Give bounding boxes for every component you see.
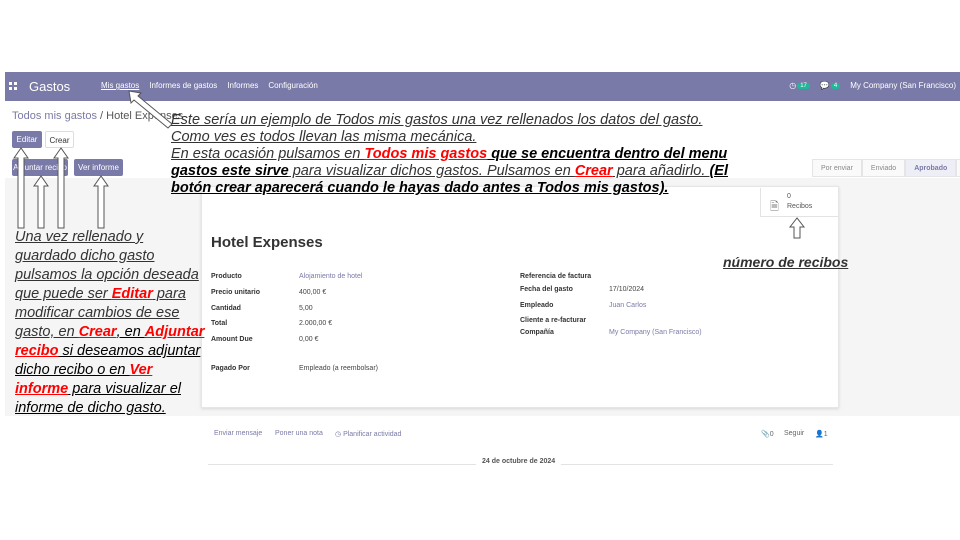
status-enviado[interactable]: Enviado [861,159,906,177]
field-value-cantidad: 5,00 [299,305,313,312]
annotation-top: Este sería un ejemplo de Todos mis gasto… [171,112,806,197]
annotation-top-line-2: Como ves es todos llevan las misma mecán… [171,129,477,145]
annotation-top-line-3c: que se encuentra dentro del menu [487,146,728,162]
annotation-top-line-4e: (El [709,163,728,179]
apps-menu-icon[interactable] [9,82,17,90]
messages-button[interactable]: 💬 4 [819,81,841,90]
field-label-empleado: Empleado [520,302,554,309]
activity-button[interactable]: ◷ 17 [789,81,810,90]
field-label-precio-unitario: Precio unitario [211,289,261,296]
field-label-referencia-factura: Referencia de factura [520,273,592,280]
systray: ◷ 17 💬 4 My Company (San Francisco) [789,81,956,90]
annotation-top-line-3: En esta ocasión pulsamos en Todos mis ga… [171,146,806,163]
view-report-button[interactable]: Ver informe [74,159,123,176]
form-sheet [201,186,839,408]
annotation-top-line-5: botón crear aparecerá cuando le hayas da… [171,180,669,196]
field-label-cantidad: Cantidad [211,305,241,312]
menu-item-mis-gastos[interactable]: Mis gastos [101,81,139,90]
annotation-top-line-4b: para visualizar dichos gastos. Pulsamos … [288,163,575,179]
receipts-label: Recibos [787,203,813,210]
chat-icon: 💬 [819,81,830,90]
paperclip-icon: 📎 [761,431,770,438]
annotation-top-line-3a: En esta ocasión pulsamos en [171,146,365,162]
annotation-top-line-1: Este sería un ejemplo de Todos mis gasto… [171,112,703,128]
document-icon: 🗎 [770,201,779,213]
followers-count: 1 [823,431,828,438]
top-navbar: Gastos Mis gastos Informes de gastos Inf… [5,72,960,101]
menu-item-configuracion[interactable]: Configuración [268,81,317,90]
follow-button[interactable]: Seguir [784,430,804,437]
annotation-left-p3: , en [116,324,145,340]
field-label-fecha-gasto: Fecha del gasto [520,286,573,293]
annotation-highlight-todos-mis-gastos: Todos mis gastos [364,146,488,162]
user-icon: 👤 [815,431,824,438]
edit-button[interactable]: Editar [12,131,42,148]
breadcrumb-todos-mis-gastos[interactable]: Todos mis gastos [12,110,97,122]
company-switcher[interactable]: My Company (San Francisco) [850,81,956,90]
status-aprobado[interactable]: Aprobado [905,159,957,177]
attach-receipt-button[interactable]: Adjuntar recibo [12,159,68,176]
activity-badge: 17 [797,82,810,89]
field-value-fecha-gasto: 17/10/2024 [609,286,645,293]
field-label-cliente-refacturar: Cliente a re-facturar [520,317,587,324]
menu-item-informes[interactable]: Informes [227,81,258,90]
field-label-compania: Compañía [520,329,554,336]
status-p[interactable]: P [956,159,960,177]
clock-icon: ◷ [789,81,797,90]
field-value-producto[interactable]: Alojamiento de hotel [299,273,362,280]
breadcrumb: Todos mis gastos / Hotel Expenses [12,110,183,122]
field-label-total: Total [211,320,228,327]
field-value-empleado[interactable]: Juan Carlos [609,302,646,309]
date-separator: 24 de octubre de 2024 [476,458,562,465]
field-label-producto: Producto [211,273,242,280]
main-menu: Mis gastos Informes de gastos Informes C… [101,81,318,90]
field-value-total: 2.000,00 € [299,320,333,327]
annotation-top-line-4d: para añadirlo. [612,163,710,179]
messages-badge: 4 [830,82,841,89]
attachments-button[interactable]: 📎0 [761,430,774,438]
followers-button[interactable]: 👤1 [815,430,828,438]
schedule-activity-button[interactable]: ◷ Planificar actividad [335,430,401,438]
attachments-count: 0 [769,431,774,438]
create-button[interactable]: Crear [45,131,74,148]
log-note-button[interactable]: Poner una nota [275,430,323,437]
status-bar: Por enviar Enviado Aprobado P [812,159,960,177]
schedule-activity-label: Planificar actividad [343,431,402,438]
app-title[interactable]: Gastos [29,79,70,94]
send-message-button[interactable]: Enviar mensaje [214,430,262,437]
annotation-left: Una vez rellenado y guardado dicho gasto… [15,228,205,418]
breadcrumb-separator: / [96,110,107,122]
field-value-precio-unitario: 400,00 € [299,289,327,296]
clock-icon: ◷ [335,431,344,438]
annotation-top-line-4a: gastos este sirve [171,163,289,179]
expense-title: Hotel Expenses [211,234,323,251]
status-por-enviar[interactable]: Por enviar [812,159,862,177]
menu-item-informes-de-gastos[interactable]: Informes de gastos [149,81,217,90]
field-value-amount-due: 0,00 € [299,336,319,343]
annotation-top-line-4: gastos este sirve para visualizar dichos… [171,163,806,180]
field-label-pagado-por: Pagado Por [211,365,250,372]
field-label-amount-due: Amount Due [211,336,253,343]
annotation-highlight-crear: Crear [574,163,613,179]
annotation-highlight-editar: Editar [111,286,153,302]
field-value-compania[interactable]: My Company (San Francisco) [609,329,702,336]
annotation-receipts: número de recibos [723,254,849,270]
annotation-highlight-crear-left: Crear [78,324,117,340]
field-value-pagado-por: Empleado (a reembolsar) [299,365,378,372]
